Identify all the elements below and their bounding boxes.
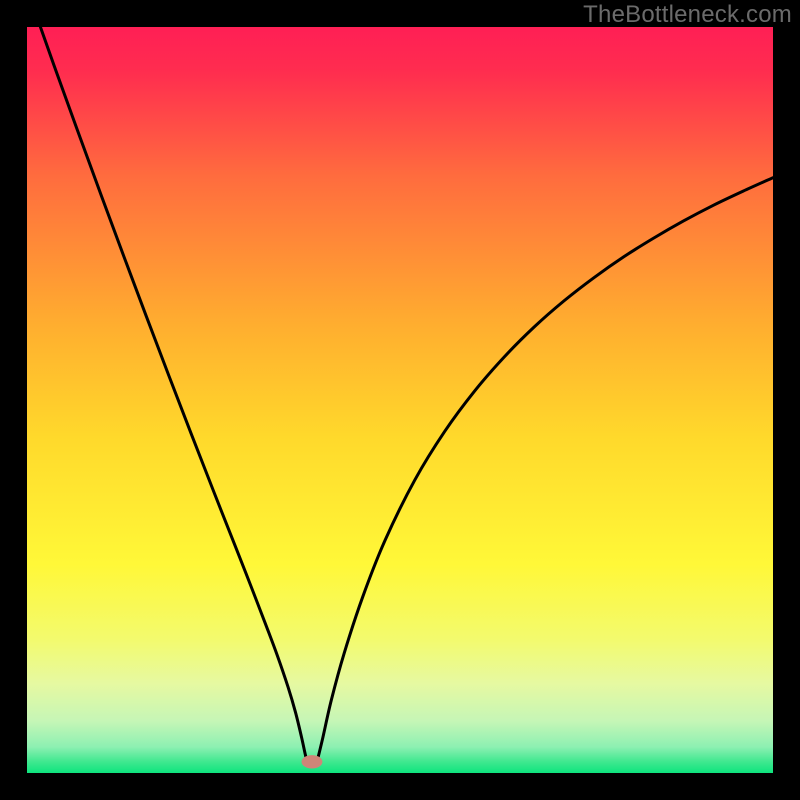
optimal-point-marker [302, 755, 323, 768]
chart-frame: TheBottleneck.com [0, 0, 800, 800]
chart-svg [27, 27, 773, 773]
chart-background [27, 27, 773, 773]
chart-plot-area [27, 27, 773, 773]
watermark-text: TheBottleneck.com [583, 1, 792, 29]
